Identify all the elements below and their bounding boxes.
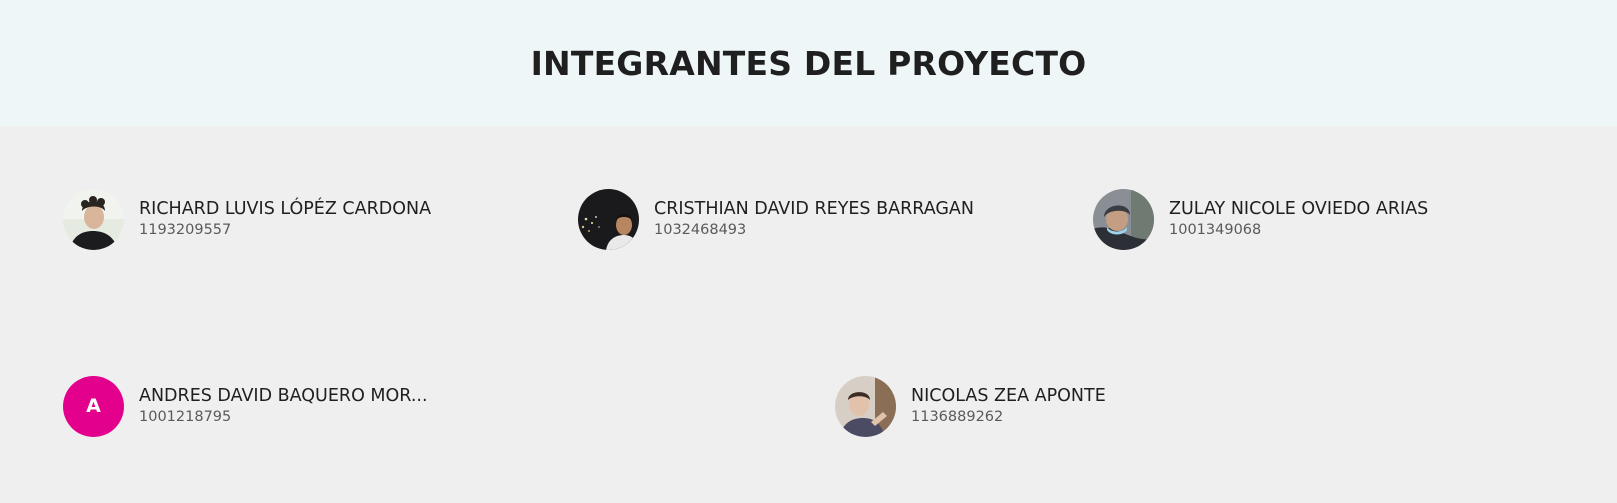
member-name: ANDRES DAVID BAQUERO MOR... <box>139 386 428 406</box>
member-name: CRISTHIAN DAVID REYES BARRAGAN <box>654 199 974 219</box>
member-card[interactable]: RICHARD LUVIS LÓPÉZ CARDONA 1193209557 <box>63 188 431 250</box>
member-card[interactable]: ZULAY NICOLE OVIEDO ARIAS 1001349068 <box>1093 188 1428 250</box>
avatar: A <box>63 375 124 437</box>
avatar <box>835 375 896 437</box>
page-title: INTEGRANTES DEL PROYECTO <box>530 43 1087 83</box>
member-name: NICOLAS ZEA APONTE <box>911 386 1106 406</box>
page-header: INTEGRANTES DEL PROYECTO <box>0 0 1617 126</box>
members-grid: RICHARD LUVIS LÓPÉZ CARDONA 1193209557 C… <box>0 126 1617 503</box>
avatar-initial: A <box>86 395 101 417</box>
member-card[interactable]: A ANDRES DAVID BAQUERO MOR... 1001218795 <box>63 375 428 437</box>
member-id: 1136889262 <box>911 409 1004 425</box>
member-id: 1193209557 <box>139 222 232 238</box>
avatar <box>63 188 124 250</box>
member-name: ZULAY NICOLE OVIEDO ARIAS <box>1169 199 1429 219</box>
member-card[interactable]: CRISTHIAN DAVID REYES BARRAGAN 103246849… <box>578 188 974 250</box>
avatar <box>1093 188 1154 250</box>
member-name: RICHARD LUVIS LÓPÉZ CARDONA <box>139 199 432 219</box>
member-card[interactable]: NICOLAS ZEA APONTE 1136889262 <box>835 375 1106 437</box>
member-id: 1001349068 <box>1169 222 1262 238</box>
avatar <box>578 188 639 250</box>
member-id: 1001218795 <box>139 409 232 425</box>
member-id: 1032468493 <box>654 222 747 238</box>
